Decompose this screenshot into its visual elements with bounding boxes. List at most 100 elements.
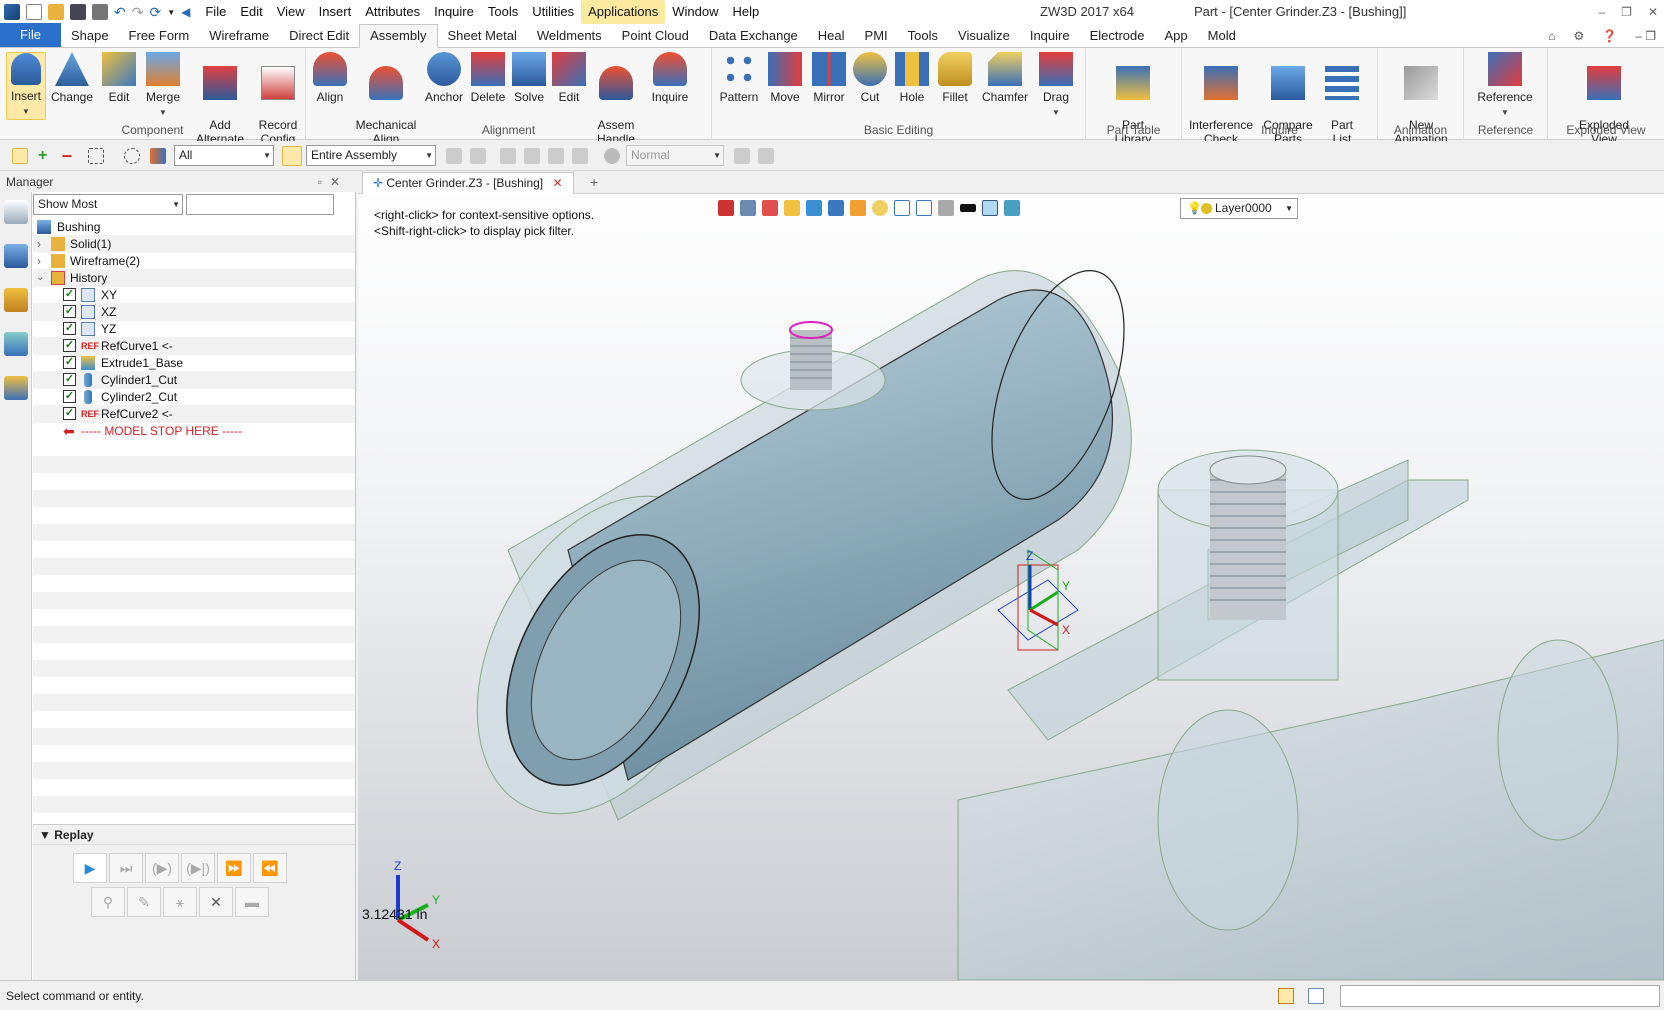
tree-node-xy[interactable]: ✓ XY	[33, 286, 355, 304]
assembly-tree-tab-icon[interactable]	[4, 244, 28, 268]
manager-panel-controls-icon[interactable]: ▫✕	[318, 172, 348, 192]
exit-view-icon[interactable]	[718, 200, 734, 216]
undo-icon[interactable]: ↶	[114, 4, 126, 21]
visibility-checkbox[interactable]: ✓	[63, 356, 76, 369]
refresh-icon[interactable]: ⟳	[149, 4, 161, 21]
tab-direct-edit[interactable]: Direct Edit	[279, 25, 359, 47]
delete-feature-button[interactable]: ✕	[199, 887, 233, 917]
settings-gear-icon[interactable]: ⚙	[1574, 24, 1585, 48]
anchor-button[interactable]: Anchor	[422, 52, 466, 104]
show-filter-combo[interactable]: Show Most ▼	[33, 194, 183, 215]
zoom-fit-icon[interactable]	[872, 200, 888, 216]
cut-button[interactable]: Cut	[852, 52, 888, 104]
close-tab-icon[interactable]: ✕	[552, 176, 562, 190]
step-over-button[interactable]: (▶|)	[181, 853, 215, 883]
add-pick-icon[interactable]: +	[38, 148, 54, 164]
part-tab-icon[interactable]	[4, 288, 28, 312]
tree-node-wireframe[interactable]: › Wireframe(2)	[33, 252, 355, 270]
play-button[interactable]: ▶	[73, 853, 107, 883]
tab-tools[interactable]: Tools	[898, 25, 948, 47]
menu-applications[interactable]: Applications	[581, 0, 666, 24]
collapse-ribbon-icon[interactable]: ⌂	[1548, 24, 1555, 48]
merge-button[interactable]: Merge ▼	[140, 52, 186, 120]
redo-icon[interactable]: ↷	[132, 4, 144, 21]
status-list-icon[interactable]	[1308, 988, 1324, 1004]
close-window-icon[interactable]: ✕	[1648, 0, 1658, 24]
fast-forward-button[interactable]: ⏩	[217, 853, 251, 883]
tab-electrode[interactable]: Electrode	[1080, 25, 1155, 47]
visibility-checkbox[interactable]: ✓	[63, 390, 76, 403]
standard-views-icon[interactable]	[828, 200, 844, 216]
threaded-boss[interactable]	[1157, 449, 1339, 681]
user-tab-icon[interactable]	[4, 376, 28, 400]
chevron-right-icon[interactable]: ›	[37, 235, 41, 253]
visibility-checkbox[interactable]: ✓	[63, 288, 76, 301]
save-icon[interactable]	[70, 4, 86, 20]
layer-combo[interactable]: 💡 Layer0000 ▼	[1180, 198, 1298, 219]
open-folder-icon[interactable]	[48, 4, 64, 20]
step-forward-button[interactable]: ⏭	[109, 853, 143, 883]
replay-header[interactable]: ▼ Replay	[33, 825, 355, 845]
view-orient-icon[interactable]	[740, 200, 756, 216]
section-view-icon[interactable]	[916, 200, 932, 216]
rewind-button[interactable]: ⏪	[253, 853, 287, 883]
view-tab-icon[interactable]	[4, 332, 28, 356]
fillet-button[interactable]: Fillet	[934, 52, 976, 104]
tree-node-refcurve1[interactable]: ✓ REF RefCurve1 <-	[33, 337, 355, 355]
history-tree-tab-icon[interactable]	[4, 200, 28, 224]
menu-view[interactable]: View	[270, 0, 312, 24]
change-button[interactable]: Change	[48, 52, 96, 104]
doc-tab-center-grinder[interactable]: ✛ Center Grinder.Z3 - [Bushing] ✕	[362, 172, 574, 194]
insert-button[interactable]: Insert ▼	[6, 52, 46, 120]
tree-node-xz[interactable]: ✓ XZ	[33, 303, 355, 321]
tab-visualize[interactable]: Visualize	[948, 25, 1020, 47]
align-button[interactable]: Align	[310, 52, 350, 104]
display-filter-icon[interactable]	[938, 200, 954, 216]
solve-button[interactable]: Solve	[510, 52, 548, 104]
new-tab-plus-icon[interactable]: +	[590, 174, 598, 190]
menu-help[interactable]: Help	[725, 0, 766, 24]
box-select-icon[interactable]	[88, 148, 104, 164]
visibility-checkbox[interactable]: ✓	[63, 322, 76, 335]
edit-feature-button[interactable]: ✎	[127, 887, 161, 917]
more-dropdown-icon[interactable]: ▼	[167, 8, 175, 17]
assembly-scope-icon[interactable]	[282, 146, 302, 166]
menu-inquire[interactable]: Inquire	[427, 0, 481, 24]
tab-sheet-metal[interactable]: Sheet Metal	[438, 25, 527, 47]
model-stop-marker[interactable]: ⬅ ----- MODEL STOP HERE -----	[33, 422, 355, 440]
command-input[interactable]	[1340, 985, 1660, 1007]
tree-node-yz[interactable]: ✓ YZ	[33, 320, 355, 338]
tab-pmi[interactable]: PMI	[855, 25, 898, 47]
line-style-icon[interactable]	[960, 204, 976, 212]
tree-node-cylinder1-cut[interactable]: ✓ Cylinder1_Cut	[33, 371, 355, 389]
edit-alignment-button[interactable]: Edit	[550, 52, 588, 104]
suppress-button[interactable]: ⚹	[163, 887, 197, 917]
color-swatch-icon[interactable]	[982, 200, 998, 216]
menu-attributes[interactable]: Attributes	[358, 0, 427, 24]
layer-stack-icon[interactable]	[1004, 200, 1020, 216]
tab-mold[interactable]: Mold	[1198, 25, 1246, 47]
minimize-icon[interactable]: –	[1598, 0, 1605, 24]
model-render[interactable]: Z Y X Z Y X	[358, 220, 1664, 980]
filter-combo[interactable]: All ▼	[174, 145, 274, 166]
move-button[interactable]: Move	[764, 52, 806, 104]
app-logo-icon[interactable]	[4, 4, 20, 20]
view-cube-icon[interactable]	[850, 200, 866, 216]
chamfer-button[interactable]: Chamfer	[978, 52, 1032, 104]
visibility-checkbox[interactable]: ✓	[63, 339, 76, 352]
lasso-select-icon[interactable]	[124, 148, 140, 164]
folder-button[interactable]: ▬	[235, 887, 269, 917]
menu-utilities[interactable]: Utilities	[525, 0, 581, 24]
filter-icon[interactable]	[150, 148, 166, 164]
menu-file[interactable]: File	[198, 0, 233, 24]
tab-inquire[interactable]: Inquire	[1020, 25, 1080, 47]
manager-search-input[interactable]	[186, 194, 334, 215]
tab-wireframe[interactable]: Wireframe	[199, 25, 279, 47]
menu-tools[interactable]: Tools	[481, 0, 525, 24]
reference-button[interactable]: Reference ▼	[1470, 52, 1540, 120]
tree-node-extrude1-base[interactable]: ✓ Extrude1_Base	[33, 354, 355, 372]
bushing-part[interactable]	[426, 253, 1151, 856]
tree-node-bushing[interactable]: Bushing	[33, 218, 355, 236]
tree-node-refcurve2[interactable]: ✓ REF RefCurve2 <-	[33, 405, 355, 423]
doc-window-controls-icon[interactable]: – ❐	[1635, 24, 1656, 48]
